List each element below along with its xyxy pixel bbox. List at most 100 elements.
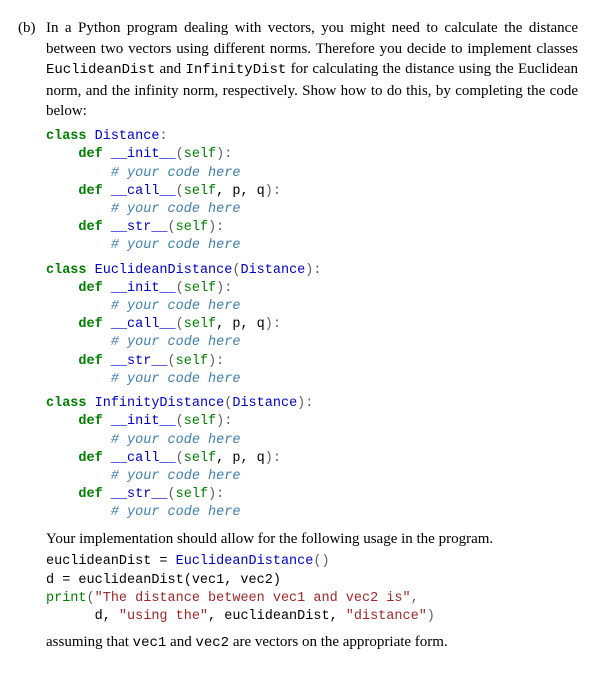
fn-call: __call__ bbox=[111, 184, 176, 199]
usage-l1-parens: () bbox=[313, 554, 329, 569]
paren-close: ): bbox=[297, 396, 313, 411]
string-literal: "using the" bbox=[119, 609, 208, 624]
paren-close: ): bbox=[216, 414, 232, 429]
comment: # your code here bbox=[111, 202, 241, 217]
subpart-label: (b) bbox=[18, 18, 46, 39]
class-euclidean-tt: EuclideanDist bbox=[46, 62, 155, 78]
builtin-print: print bbox=[46, 591, 87, 606]
paren-close: ): bbox=[216, 281, 232, 296]
fn-call: __call__ bbox=[111, 317, 176, 332]
usage-l1a: euclideanDist = bbox=[46, 554, 176, 569]
paren-open: ( bbox=[176, 317, 184, 332]
comment: # your code here bbox=[111, 505, 241, 520]
args-pq: , p, q bbox=[216, 317, 265, 332]
vec1-tt: vec1 bbox=[133, 635, 167, 651]
kw-self: self bbox=[176, 354, 208, 369]
kw-def: def bbox=[78, 451, 102, 466]
class-infinity-tt: InfinityDist bbox=[185, 62, 286, 78]
paren-close: ): bbox=[265, 184, 281, 199]
usage-l2: d = euclideanDist(vec1, vec2) bbox=[46, 573, 281, 588]
paren-open: ( bbox=[176, 414, 184, 429]
paren-close: ): bbox=[208, 220, 224, 235]
paren-close: ): bbox=[216, 147, 232, 162]
kw-def: def bbox=[78, 487, 102, 502]
usage-l4-mid: , euclideanDist, bbox=[208, 609, 346, 624]
paren-open: ( bbox=[176, 451, 184, 466]
kw-class: class bbox=[46, 396, 87, 411]
code-block-infinity: class InfinityDistance ( Distance): def __… bbox=[46, 395, 578, 523]
classname-euclidean: EuclideanDistance bbox=[95, 263, 233, 278]
paren-open: ( bbox=[176, 184, 184, 199]
outro-b: are vectors on the appropriate form. bbox=[229, 634, 448, 650]
kw-def: def bbox=[78, 354, 102, 369]
comment: # your code here bbox=[111, 469, 241, 484]
paren-open: ( bbox=[168, 220, 176, 235]
fn-str: __str__ bbox=[111, 220, 168, 235]
classname-distance: Distance bbox=[95, 129, 160, 144]
kw-class: class bbox=[46, 129, 87, 144]
fn-init: __init__ bbox=[111, 414, 176, 429]
kw-self: self bbox=[184, 451, 216, 466]
outro-paragraph: assuming that vec1 and vec2 are vectors … bbox=[46, 632, 578, 653]
kw-def: def bbox=[78, 317, 102, 332]
fn-str: __str__ bbox=[111, 487, 168, 502]
comment: # your code here bbox=[111, 372, 241, 387]
outro-a: assuming that bbox=[46, 634, 133, 650]
kw-def: def bbox=[78, 281, 102, 296]
code-block-distance: class Distance: def __init__(self): # yo… bbox=[46, 128, 578, 256]
outro-mid: and bbox=[166, 634, 195, 650]
paren-close: ): bbox=[208, 487, 224, 502]
intro-paragraph: In a Python program dealing with vectors… bbox=[46, 18, 578, 122]
args-pq: , p, q bbox=[216, 451, 265, 466]
usage-l4-d: d, bbox=[95, 609, 119, 624]
fn-str: __str__ bbox=[111, 354, 168, 369]
problem-b: (b) In a Python program dealing with vec… bbox=[18, 18, 578, 658]
usage-l1-class: EuclideanDistance bbox=[176, 554, 314, 569]
classname-infinity: InfinityDistance bbox=[95, 396, 225, 411]
comment: # your code here bbox=[111, 166, 241, 181]
paren-open: ( bbox=[176, 147, 184, 162]
comma: , bbox=[411, 591, 419, 606]
fn-call: __call__ bbox=[111, 451, 176, 466]
comment: # your code here bbox=[111, 299, 241, 314]
problem-body: In a Python program dealing with vectors… bbox=[46, 18, 578, 658]
string-literal: "The distance between vec1 and vec2 is" bbox=[95, 591, 411, 606]
kw-def: def bbox=[78, 220, 102, 235]
paren-open: ( bbox=[168, 487, 176, 502]
kw-self: self bbox=[184, 281, 216, 296]
colon: : bbox=[159, 129, 167, 144]
vec2-tt: vec2 bbox=[195, 635, 229, 651]
paren-open: ( bbox=[168, 354, 176, 369]
kw-self: self bbox=[184, 184, 216, 199]
kw-self: self bbox=[176, 220, 208, 235]
kw-self: self bbox=[176, 487, 208, 502]
indent bbox=[46, 609, 95, 624]
kw-self: self bbox=[184, 414, 216, 429]
args-pq: , p, q bbox=[216, 184, 265, 199]
paren-open: ( bbox=[87, 591, 95, 606]
paren-close: ): bbox=[265, 451, 281, 466]
code-block-euclidean: class EuclideanDistance ( Distance): def _… bbox=[46, 262, 578, 390]
comment: # your code here bbox=[111, 238, 241, 253]
fn-init: __init__ bbox=[111, 281, 176, 296]
kw-self: self bbox=[184, 147, 216, 162]
kw-def: def bbox=[78, 184, 102, 199]
comment: # your code here bbox=[111, 335, 241, 350]
kw-def: def bbox=[78, 147, 102, 162]
comment: # your code here bbox=[111, 433, 241, 448]
paren-open: ( bbox=[176, 281, 184, 296]
intro-text-mid: and bbox=[155, 61, 185, 77]
kw-self: self bbox=[184, 317, 216, 332]
baseclass-distance: Distance bbox=[240, 263, 305, 278]
paren-close: ): bbox=[208, 354, 224, 369]
baseclass-distance: Distance bbox=[232, 396, 297, 411]
fn-init: __init__ bbox=[111, 147, 176, 162]
intro-text-1: In a Python program dealing with vectors… bbox=[46, 20, 578, 57]
code-block-usage: euclideanDist = EuclideanDistance() d = … bbox=[46, 553, 578, 626]
middle-paragraph: Your implementation should allow for the… bbox=[46, 529, 578, 550]
paren-close: ): bbox=[265, 317, 281, 332]
paren-close: ): bbox=[305, 263, 321, 278]
kw-class: class bbox=[46, 263, 87, 278]
string-literal: "distance" bbox=[346, 609, 427, 624]
kw-def: def bbox=[78, 414, 102, 429]
